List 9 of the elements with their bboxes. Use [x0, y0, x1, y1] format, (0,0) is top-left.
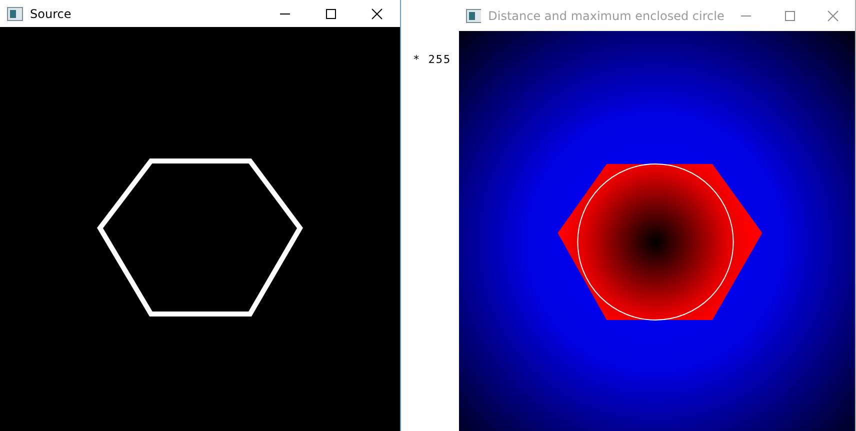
window-title: Source: [30, 6, 72, 20]
code-text: * 255: [413, 53, 452, 66]
maximize-icon: [325, 8, 337, 20]
close-icon: [371, 8, 383, 20]
app-icon: [466, 8, 482, 22]
window-title: Distance and maximum enclosed circle: [488, 8, 724, 22]
close-icon: [827, 10, 840, 22]
app-icon: [7, 6, 23, 20]
maximize-icon: [784, 10, 796, 22]
